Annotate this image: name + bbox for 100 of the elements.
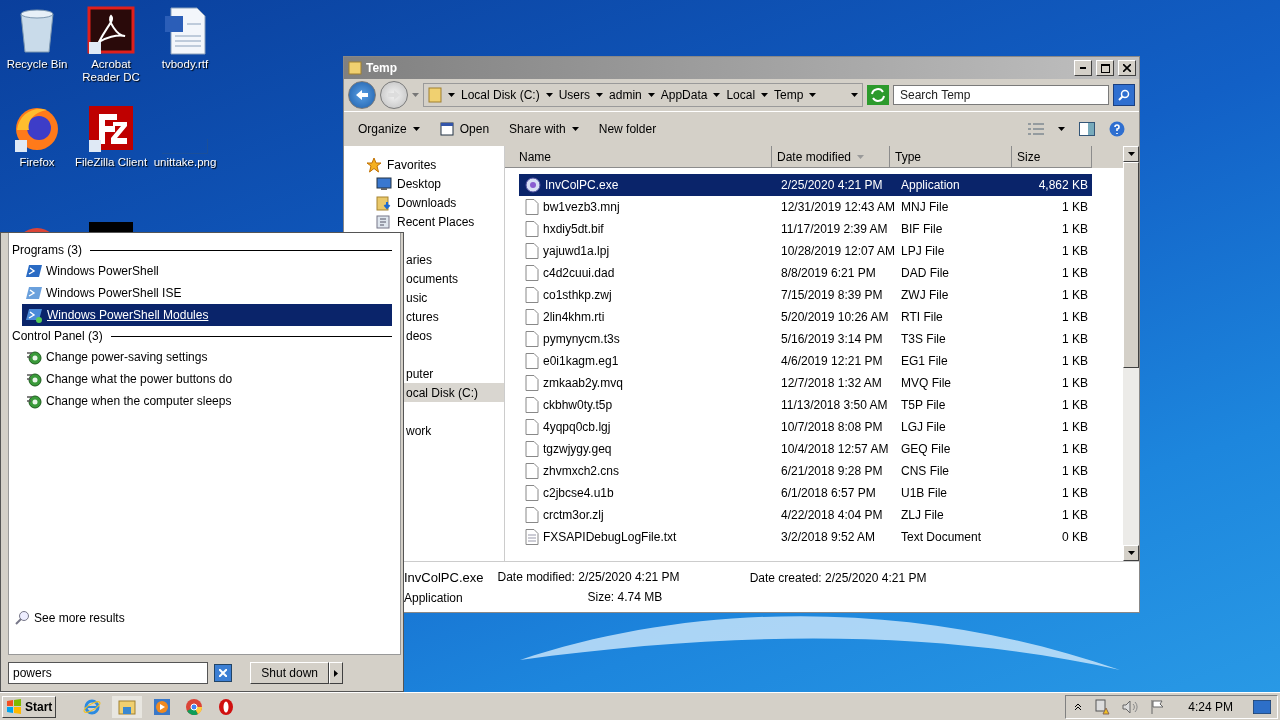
maximize-button[interactable] (1096, 60, 1114, 76)
scroll-thumb[interactable] (1123, 162, 1139, 368)
type-cell-text: EG1 File (901, 354, 949, 368)
size-cell-text: 1 KB (1061, 288, 1089, 302)
scrollbar[interactable] (1123, 146, 1139, 561)
file-icon (525, 485, 539, 501)
clear-button[interactable] (214, 664, 233, 682)
file-row[interactable]: c4d2cuui.dad 8/8/2019 6:21 PM DAD File 1 KB (519, 262, 1092, 284)
file-row[interactable]: bw1vezb3.mnj 12/31/2019 12:43 AM MNJ File 1 KB (519, 196, 1092, 218)
folder-icon (118, 698, 137, 715)
desktop-icon-label[interactable]: FileZilla Client (74, 156, 148, 169)
caret-icon (761, 93, 769, 97)
breadcrumb[interactable]: Users (558, 88, 591, 102)
desktop-icon-label[interactable]: Acrobat Reader DC (74, 58, 148, 84)
file-row[interactable]: ckbhw0ty.t5p 11/13/2018 3:50 AM T5P File 1 KB (519, 394, 1092, 416)
type-cell-text: LPJ File (901, 244, 946, 258)
acrobat-icon (87, 6, 135, 56)
file-row[interactable]: zhvmxch2.cns 6/21/2018 9:28 PM CNS File 1 KB (519, 460, 1092, 482)
size-cell-text: 1 KB (1061, 222, 1089, 236)
breadcrumb[interactable]: Local (726, 88, 756, 102)
toolbar-button[interactable]: Organize (358, 122, 420, 136)
chevron-up-icon[interactable] (1074, 702, 1083, 711)
breadcrumb[interactable]: admin (609, 88, 642, 102)
forward-button[interactable] (380, 81, 408, 109)
file-row[interactable]: pymynycm.t3s 5/16/2019 3:14 PM T3S File 1 KB (519, 328, 1092, 350)
file-row[interactable]: co1sthkp.zwj 7/15/2019 8:39 PM ZWJ File 1 KB (519, 284, 1092, 306)
breadcrumb[interactable]: AppData (660, 88, 708, 102)
see-more-results-link[interactable]: See more results (12, 610, 400, 626)
size-cell-text: 4,862 KB (1037, 178, 1089, 192)
monitor-icon (376, 176, 392, 191)
powershell-ise-icon (26, 286, 42, 300)
file-row[interactable]: tgzwjygy.geq 10/4/2018 12:57 AM GEQ File 1 KB (519, 438, 1092, 460)
powershell-modules-icon (26, 307, 43, 323)
navigation-item[interactable]: Favorites (344, 155, 504, 174)
back-button[interactable] (348, 81, 376, 109)
search-result[interactable]: Windows PowerShell (22, 260, 392, 282)
file-row[interactable]: InvColPC.exe 2/25/2020 4:21 PM Application 4,862 KB (519, 174, 1092, 196)
file-row[interactable]: 2lin4khm.rti 5/20/2019 10:26 AM RTI File 1 KB (519, 306, 1092, 328)
file-type: Application (404, 590, 464, 605)
refresh-icon[interactable] (867, 85, 889, 105)
desktop-icon-label[interactable]: Firefox (0, 156, 74, 169)
toolbar-button[interactable]: Open (439, 122, 490, 136)
file-row[interactable]: crctm3or.zlj 4/22/2018 4:04 PM ZLJ File 1 KB (519, 504, 1092, 526)
address-bar[interactable]: Local Disk (C:) Users admin AppData Local Temp (423, 83, 863, 107)
file-name: pymynycm.t3s (543, 332, 620, 346)
show-desktop-icon[interactable] (1253, 699, 1271, 714)
shut-down-button[interactable]: Shut down (250, 662, 329, 684)
date-cell-text: 10/28/2019 12:07 AM (781, 244, 897, 258)
size-cell-text: 1 KB (1061, 420, 1089, 434)
file-row[interactable]: FXSAPIDebugLogFile.txt 3/2/2018 9:52 AM Text Document 0 KB (519, 526, 1092, 548)
file-row[interactable]: 4yqpq0cb.lgj 10/7/2018 8:08 PM LGJ File 1 KB (519, 416, 1092, 438)
shut-down-options-button[interactable] (329, 662, 343, 684)
column-header[interactable]: Type (890, 146, 1012, 168)
preview-pane-icon[interactable] (1079, 122, 1095, 136)
network-warning-icon[interactable] (1094, 698, 1111, 715)
date-cell-text: 2/25/2020 4:21 PM (781, 178, 884, 192)
taskbar-app-button[interactable] (112, 695, 143, 718)
file-row[interactable]: zmkaab2y.mvq 12/7/2018 1:32 AM MVQ File 1 KB (519, 372, 1092, 394)
search-field[interactable]: powers (8, 662, 209, 684)
file-icon (525, 243, 539, 259)
search-result[interactable]: Windows PowerShell Modules (22, 304, 392, 326)
search-field[interactable]: Search Temp (893, 85, 1109, 105)
desktop-icon-label[interactable]: tvbody.rtf (148, 58, 222, 71)
toolbar-button[interactable]: Share with (509, 122, 579, 136)
date-cell-text: 6/21/2018 9:28 PM (781, 464, 884, 478)
desktop-icon-label[interactable]: Recycle Bin (0, 58, 74, 71)
clock[interactable]: 4:24 PM (1188, 699, 1233, 714)
close-button[interactable] (1118, 60, 1136, 76)
column-header[interactable]: Name (505, 146, 772, 168)
file-icon (525, 375, 539, 391)
caret-icon (334, 669, 338, 677)
minimize-button[interactable] (1074, 60, 1092, 76)
help-icon[interactable] (1109, 121, 1125, 137)
file-name: c2jbcse4.u1b (543, 486, 614, 500)
type-cell-text: T5P File (901, 398, 947, 412)
column-header[interactable]: Size (1012, 146, 1092, 168)
folder-icon (348, 61, 362, 75)
navigation-item[interactable]: Desktop (344, 174, 504, 193)
file-row[interactable]: yajuwd1a.lpj 10/28/2019 12:07 AM LPJ File 1 KB (519, 240, 1092, 262)
search-result[interactable]: Windows PowerShell ISE (22, 282, 392, 304)
start-button[interactable]: Start (2, 695, 57, 718)
navigation-item[interactable]: Downloads (344, 193, 504, 212)
breadcrumb[interactable]: Temp (774, 88, 804, 102)
type-cell-text: DAD File (901, 266, 950, 280)
downloads-folder-icon (376, 194, 392, 211)
file-row[interactable]: c2jbcse4.u1b 6/1/2018 6:57 PM U1B File 1 KB (519, 482, 1092, 504)
file-row[interactable]: hxdiy5dt.bif 11/17/2019 2:39 AM BIF File 1 KB (519, 218, 1092, 240)
speaker-icon[interactable] (1122, 699, 1139, 714)
navigation-item[interactable]: Recent Places (344, 212, 504, 231)
search-button[interactable] (1113, 84, 1135, 106)
type-cell-text: MVQ File (901, 376, 952, 390)
toolbar-button[interactable]: New folder (598, 122, 657, 136)
desktop-icon-label[interactable]: unittake.png (148, 156, 222, 169)
breadcrumb[interactable]: Local Disk (C:) (461, 88, 540, 102)
powershell-icon (26, 264, 42, 278)
column-header[interactable]: Date modified (772, 146, 890, 168)
search-result[interactable]: Change power-saving settings (22, 346, 392, 368)
folder-icon (428, 87, 442, 103)
file-row[interactable]: e0i1kagm.eg1 4/6/2019 12:21 PM EG1 File 1 KB (519, 350, 1092, 372)
file-name: hxdiy5dt.bif (543, 222, 604, 236)
